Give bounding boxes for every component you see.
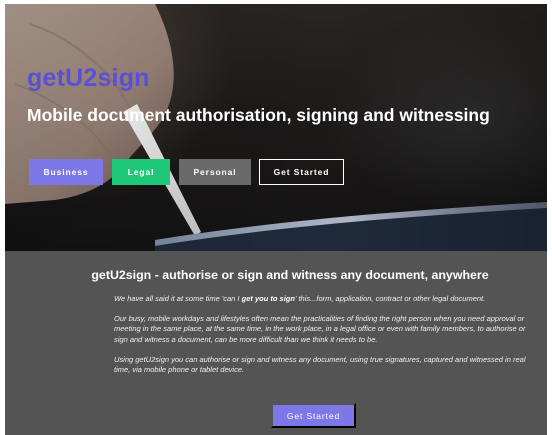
p1-text-start: We have all said it at some time 'can I: [114, 294, 242, 303]
personal-button[interactable]: Personal: [179, 159, 251, 185]
brand-logo-text: getU2sign: [27, 64, 150, 92]
p1-text-end: ' this...form, application, contract or …: [294, 294, 486, 303]
intro-section: getU2sign - authorise or sign and witnes…: [5, 251, 547, 435]
get-started-button[interactable]: Get Started: [259, 159, 344, 185]
legal-button[interactable]: Legal: [112, 159, 170, 185]
business-button[interactable]: Business: [29, 159, 103, 185]
intro-paragraph-3: Using getU2sign you can authorise or sig…: [114, 355, 526, 375]
hero-section: getU2sign Mobile document authorisation,…: [5, 4, 547, 251]
intro-paragraph-1: We have all said it at some time 'can I …: [114, 294, 526, 304]
intro-paragraph-2: Our busy, mobile workdays and lifestyles…: [114, 314, 526, 344]
cta-get-started-button[interactable]: Get Started: [271, 403, 356, 428]
p1-bold-text: get you to sign: [241, 294, 295, 303]
hero-overlay: [5, 4, 547, 251]
hero-tagline: Mobile document authorisation, signing a…: [27, 105, 490, 125]
landing-page: getU2sign Mobile document authorisation,…: [5, 4, 547, 435]
intro-title: getU2sign - authorise or sign and witnes…: [91, 268, 489, 282]
